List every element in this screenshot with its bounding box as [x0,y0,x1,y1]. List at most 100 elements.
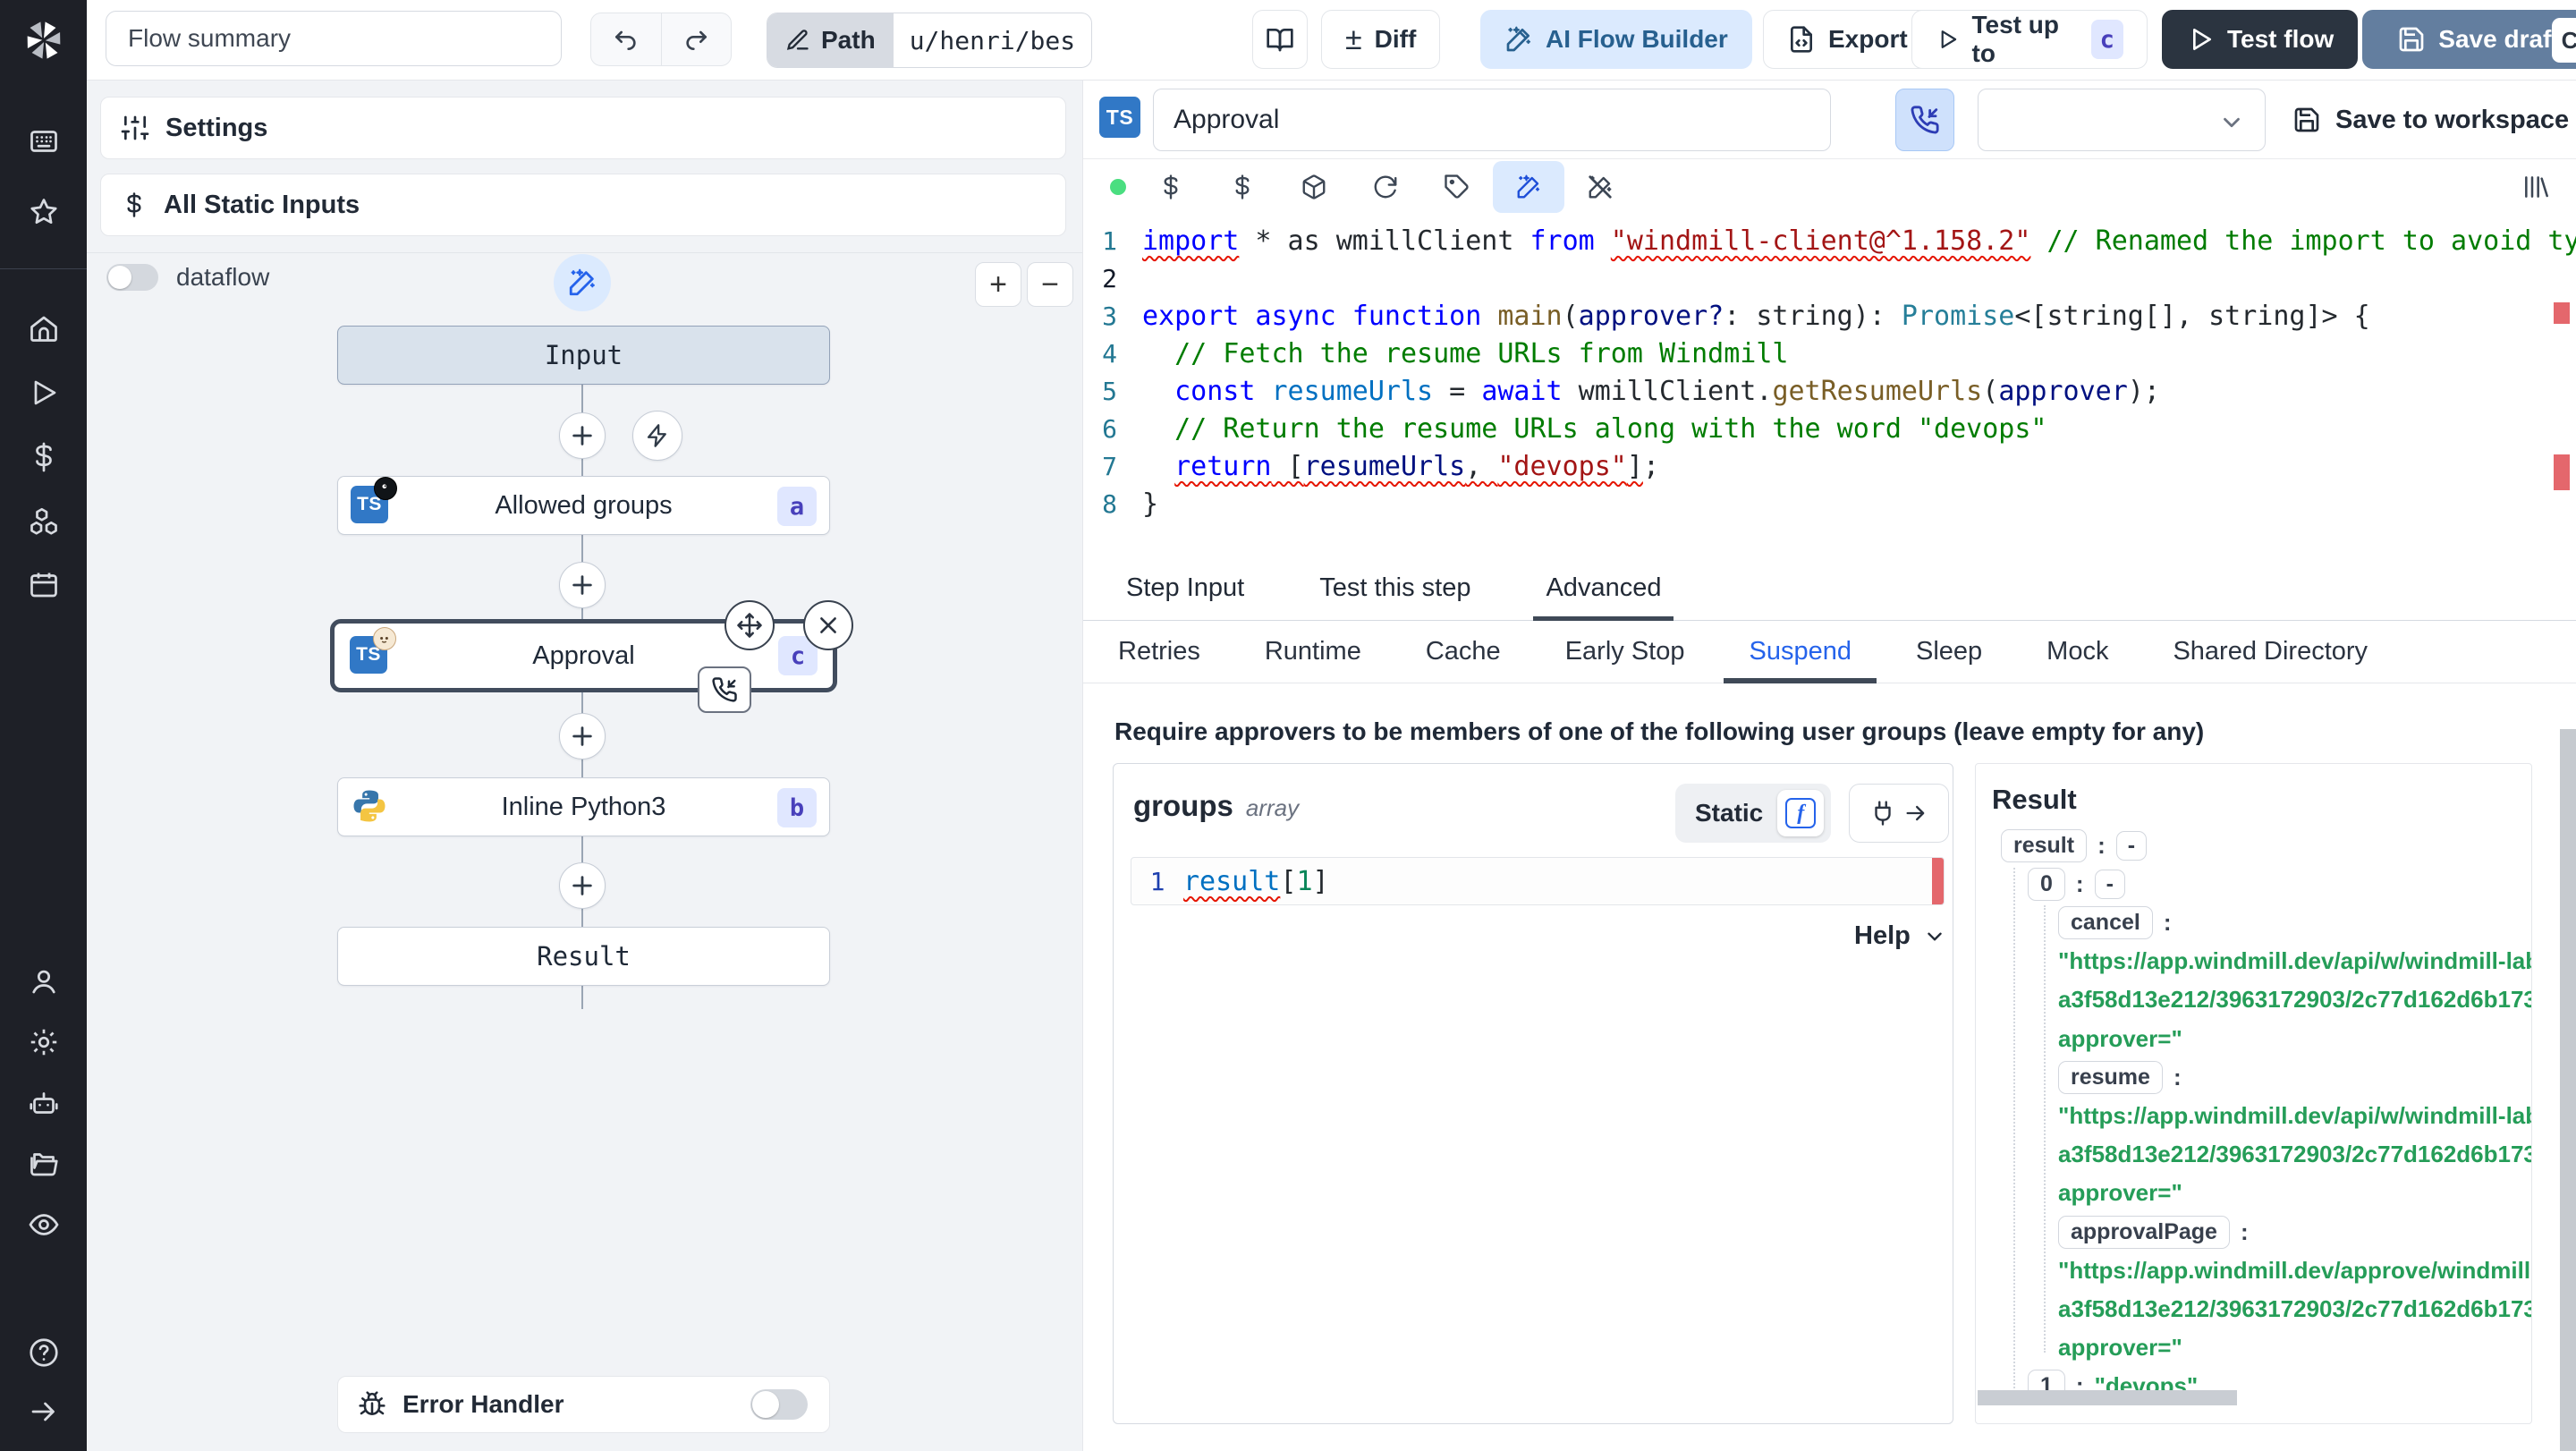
subtab-early-stop[interactable]: Early Stop [1560,621,1690,683]
move-step-button[interactable] [724,600,775,650]
flow-summary-input[interactable]: Flow summary [106,11,562,66]
delete-step-button[interactable] [803,600,853,650]
save-draft-button[interactable]: Save draft [2362,10,2576,69]
help-expander[interactable]: Help [1854,921,1946,951]
code-line[interactable]: 5 const resumeUrls = await wmillClient.g… [1083,372,2576,410]
result-tree-row: "https://app.windmill.dev/api/w/windmill… [2058,1097,2531,1134]
resources-box-button[interactable] [1278,159,1350,215]
code-line[interactable]: 7 return [resumeUrls, "devops"]; [1083,447,2576,485]
connect-result-button[interactable] [1849,784,1949,843]
test-up-to-step-badge[interactable]: c [2090,20,2123,59]
folders-icon[interactable] [28,1148,60,1180]
add-step-button[interactable] [559,412,606,459]
flow-node-input[interactable]: Input [337,326,830,385]
subtab-mock[interactable]: Mock [2041,621,2114,683]
workers-robot-icon[interactable] [28,1087,60,1119]
export-button[interactable]: Export [1763,10,1932,69]
test-flow-button[interactable]: Test flow [2162,10,2359,69]
favorites-star-icon[interactable] [28,196,60,228]
result-key-chip[interactable]: 0 [2028,867,2065,901]
suspend-approval-button[interactable] [1895,89,1954,151]
step-name-input[interactable]: Approval [1153,89,1831,151]
ai-flow-builder-button[interactable]: AI Flow Builder [1480,10,1752,69]
zoom-in-button[interactable]: + [975,262,1021,307]
subtab-shared-directory[interactable]: Shared Directory [2167,621,2373,683]
code-token: getResumeUrls [1772,375,1983,407]
flow-settings-button[interactable]: Settings [100,97,1066,159]
expression-mode-indicator[interactable]: f [1777,790,1825,836]
error-ruler-mark [2554,454,2570,490]
add-step-button[interactable] [559,862,606,909]
home-icon[interactable] [28,312,60,344]
flow-node-inline-python3[interactable]: Inline Python3 b [337,777,830,836]
node-label-inline-python3: Inline Python3 [501,792,666,821]
add-trigger-button[interactable] [632,411,682,461]
error-handler-card[interactable]: Error Handler [337,1376,830,1433]
assets-dollar-button[interactable] [1135,159,1207,215]
all-static-inputs-button[interactable]: All Static Inputs [100,174,1066,236]
tab-step-input[interactable]: Step Input [1126,556,1244,621]
flow-node-allowed-groups[interactable]: TS Allowed groups a [337,476,830,535]
groups-expression-editor[interactable]: 1 result[1] [1131,857,1945,905]
save-to-workspace-button[interactable]: Save to workspace [2292,93,2569,147]
settings-gear-icon[interactable] [28,1026,60,1058]
library-button[interactable] [2500,159,2572,215]
collapse-toggle-chip[interactable]: - [2094,869,2125,899]
dataflow-toggle[interactable] [106,264,158,291]
help-icon[interactable] [28,1336,60,1369]
collapse-toggle-chip[interactable]: - [2115,830,2148,861]
code-line[interactable]: 8} [1083,485,2576,522]
runs-play-icon[interactable] [28,377,60,409]
code-token: resumeUrls [1255,375,1434,407]
add-step-button[interactable] [559,562,606,608]
result-tree-row: "https://app.windmill.dev/api/w/windmill… [2058,943,2531,980]
variables-dollar-icon[interactable] [28,441,60,473]
collapse-arrow-icon[interactable] [28,1396,60,1428]
suspend-phone-badge[interactable] [698,666,751,713]
code-line[interactable]: 1 import * as wmillClient from "windmill-… [1083,222,2576,259]
static-expr-toggle[interactable]: Static f [1675,784,1832,843]
result-tree-row: cancel: [2058,904,2172,941]
reload-button[interactable] [1350,159,1421,215]
ai-assistant-button[interactable] [1493,161,1564,213]
tab-advanced[interactable]: Advanced [1533,556,1674,621]
code-line[interactable]: 4 // Fetch the resume URLs from Windmill [1083,335,2576,372]
code-line[interactable]: 3 export async function main(approver?: s… [1083,297,2576,335]
add-step-button[interactable] [559,713,606,759]
audit-eye-icon[interactable] [28,1209,60,1241]
schedules-calendar-icon[interactable] [28,569,60,601]
code-line[interactable]: 2 [1083,259,2576,297]
docs-button[interactable] [1252,10,1308,69]
code-line[interactable]: 6 // Return the resume URLs along with t… [1083,410,2576,447]
zoom-out-button[interactable]: − [1027,262,1073,307]
user-icon[interactable] [28,965,60,997]
format-tag-button[interactable] [1421,159,1493,215]
undo-button[interactable] [591,13,662,65]
result-key-chip[interactable]: approvalPage [2058,1215,2230,1249]
resources-boxes-icon[interactable] [28,505,60,537]
subtab-suspend[interactable]: Suspend [1724,621,1877,683]
windmill-logo[interactable] [16,13,72,68]
subtab-retries[interactable]: Retries [1113,621,1206,683]
graph-ai-wand-button[interactable] [554,254,611,311]
flow-node-result[interactable]: Result [337,927,830,986]
code-token: } [1142,488,1159,520]
diff-button[interactable]: ± Diff [1321,10,1441,69]
script-version-select[interactable] [1978,89,2266,151]
result-horizontal-scrollbar[interactable] [1978,1390,2237,1405]
test-up-to-button[interactable]: Test up to c [1911,10,2148,69]
subtab-runtime[interactable]: Runtime [1259,621,1367,683]
subtab-sleep[interactable]: Sleep [1911,621,1987,683]
page-scrollbar[interactable] [2560,729,2576,1451]
result-key-chip[interactable]: resume [2058,1060,2163,1094]
result-key-chip[interactable]: cancel [2058,905,2153,939]
apps-card-icon[interactable] [28,125,60,157]
result-key-chip[interactable]: result [2001,828,2088,862]
tab-test-this-step[interactable]: Test this step [1319,556,1470,621]
ai-off-button[interactable] [1564,159,1636,215]
variables-dollar-button[interactable] [1207,159,1278,215]
error-handler-toggle[interactable] [750,1389,808,1420]
redo-button[interactable] [662,13,732,65]
path-control[interactable]: Path u/henri/bes [767,13,1093,68]
subtab-cache[interactable]: Cache [1420,621,1506,683]
